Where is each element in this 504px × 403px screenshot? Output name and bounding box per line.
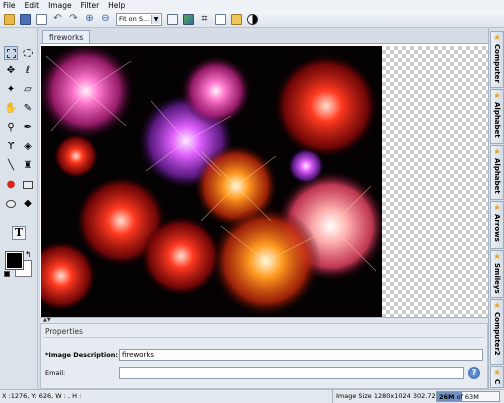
chevron-down-icon: ▼ xyxy=(151,14,160,24)
ellipse-icon[interactable] xyxy=(4,197,18,211)
tab-label: Arrows xyxy=(493,214,501,242)
tab-label: Smileys xyxy=(493,263,501,294)
lasso-icon[interactable]: ℓ xyxy=(21,64,35,78)
save-icon[interactable] xyxy=(18,12,33,26)
transparent-background xyxy=(382,46,488,317)
image-size: Image Size 1280x1024 xyxy=(336,392,411,400)
foreground-color-swatch[interactable] xyxy=(5,251,24,270)
magic-wand-icon[interactable]: ✦ xyxy=(4,83,18,97)
tab-label: Alphabet xyxy=(493,158,501,194)
zoom-in-icon[interactable]: ⊕ xyxy=(82,12,97,26)
crop-icon[interactable]: ⌗ xyxy=(197,12,212,26)
email-field[interactable] xyxy=(119,367,464,379)
open-folder-icon[interactable] xyxy=(2,12,17,26)
toolbar: ↶ ↷ ⊕ ⊖ Fit on S... ▼ ⌗ xyxy=(0,11,504,28)
properties-title: Properties xyxy=(45,327,83,336)
tab-label: Computer2 xyxy=(493,312,501,356)
image-description-field[interactable]: fireworks xyxy=(119,349,483,361)
tab-arrows[interactable]: ★ Arrows xyxy=(490,201,504,249)
tab-label: Alphabet xyxy=(493,102,501,138)
document-tab[interactable]: fireworks xyxy=(42,30,91,44)
star-icon: ★ xyxy=(493,33,501,42)
tab-alphabet-2[interactable]: ★ Alphabet xyxy=(490,145,504,200)
ellipse-select-icon[interactable] xyxy=(21,46,35,60)
menu-help[interactable]: Help xyxy=(108,0,125,11)
undo-icon[interactable]: ↶ xyxy=(50,12,65,26)
pen-icon[interactable]: ✒ xyxy=(21,121,35,135)
reset-colors-icon[interactable] xyxy=(4,271,10,277)
tool-palette: ✥ ℓ ✦ ▱ ✋ ✎ ⚲ ✒ ϒ ◈ ╲ ♜ ● ◆ T ↰ xyxy=(0,28,38,389)
contrast-icon[interactable] xyxy=(245,12,260,26)
help-button[interactable]: ? xyxy=(468,367,480,379)
color-dots-icon[interactable]: ● xyxy=(4,178,18,192)
star-icon: ★ xyxy=(493,301,501,310)
menu-edit[interactable]: Edit xyxy=(25,0,40,11)
menu-filter[interactable]: Filter xyxy=(81,0,100,11)
properties-divider xyxy=(44,337,484,338)
rectangle-icon[interactable] xyxy=(21,178,35,192)
new-document-icon[interactable] xyxy=(34,12,49,26)
memory-total: of 63M xyxy=(456,393,479,401)
tab-label: Computer xyxy=(493,44,501,83)
eyedropper-icon[interactable]: ⚲ xyxy=(4,121,18,135)
menu-file[interactable]: File xyxy=(3,0,16,11)
menu-image[interactable]: Image xyxy=(48,0,72,11)
resize-icon[interactable] xyxy=(181,12,196,26)
line-icon[interactable]: ╲ xyxy=(4,159,18,173)
pencil-icon[interactable]: ✎ xyxy=(21,102,35,116)
email-label: Email: xyxy=(45,369,66,377)
image-description-label: *Image Description: xyxy=(45,351,118,359)
canvas-area[interactable] xyxy=(40,44,488,317)
zoom-out-icon[interactable]: ⊖ xyxy=(98,12,113,26)
status-bar: X :1276, Y: 626, W : , H : Image Size 12… xyxy=(0,389,504,403)
memory-meter[interactable]: 26M of 63M xyxy=(436,391,500,402)
fireworks-image xyxy=(41,46,382,317)
menu-bar: File Edit Image Filter Help xyxy=(0,0,504,11)
paint-bucket-icon[interactable]: ◈ xyxy=(21,140,35,154)
stamp-icon[interactable]: ♜ xyxy=(21,159,35,173)
zoom-select-value: Fit on S... xyxy=(119,15,150,23)
move-icon[interactable]: ✥ xyxy=(4,64,18,78)
copy-icon[interactable] xyxy=(213,12,228,26)
eraser-icon[interactable]: ▱ xyxy=(21,83,35,97)
redo-icon[interactable]: ↷ xyxy=(66,12,81,26)
tab-c[interactable]: ★ C xyxy=(490,366,504,388)
image-size-info: Image Size 1280x1024 302.72K xyxy=(332,390,443,403)
fill-icon[interactable]: ◆ xyxy=(21,197,35,211)
rect-select-icon[interactable] xyxy=(4,46,18,60)
paste-icon[interactable] xyxy=(229,12,244,26)
memory-used: 26M xyxy=(439,393,455,401)
text-tool[interactable]: T xyxy=(12,226,26,240)
tab-alphabet[interactable]: ★ Alphabet xyxy=(490,89,504,144)
star-icon: ★ xyxy=(493,252,501,261)
properties-panel: Properties *Image Description: fireworks… xyxy=(40,323,488,389)
tab-smileys[interactable]: ★ Smileys xyxy=(490,250,504,298)
star-icon: ★ xyxy=(493,147,501,156)
tab-label: C xyxy=(493,379,501,385)
image-icon[interactable] xyxy=(165,12,180,26)
star-icon: ★ xyxy=(493,91,501,100)
right-sidebar: ★ Computer ★ Alphabet ★ Alphabet ★ Arrow… xyxy=(488,28,504,389)
zoom-select[interactable]: Fit on S... ▼ xyxy=(116,12,162,26)
swap-colors-icon[interactable]: ↰ xyxy=(25,251,32,259)
star-icon: ★ xyxy=(493,203,501,212)
hand-icon[interactable]: ✋ xyxy=(4,102,18,116)
tab-computer[interactable]: ★ Computer xyxy=(490,31,504,88)
tab-computer2[interactable]: ★ Computer2 xyxy=(490,299,504,365)
cursor-coordinates: X :1276, Y: 626, W : , H : xyxy=(2,392,82,400)
brush-icon[interactable]: ϒ xyxy=(4,140,18,154)
star-icon: ★ xyxy=(493,368,501,377)
